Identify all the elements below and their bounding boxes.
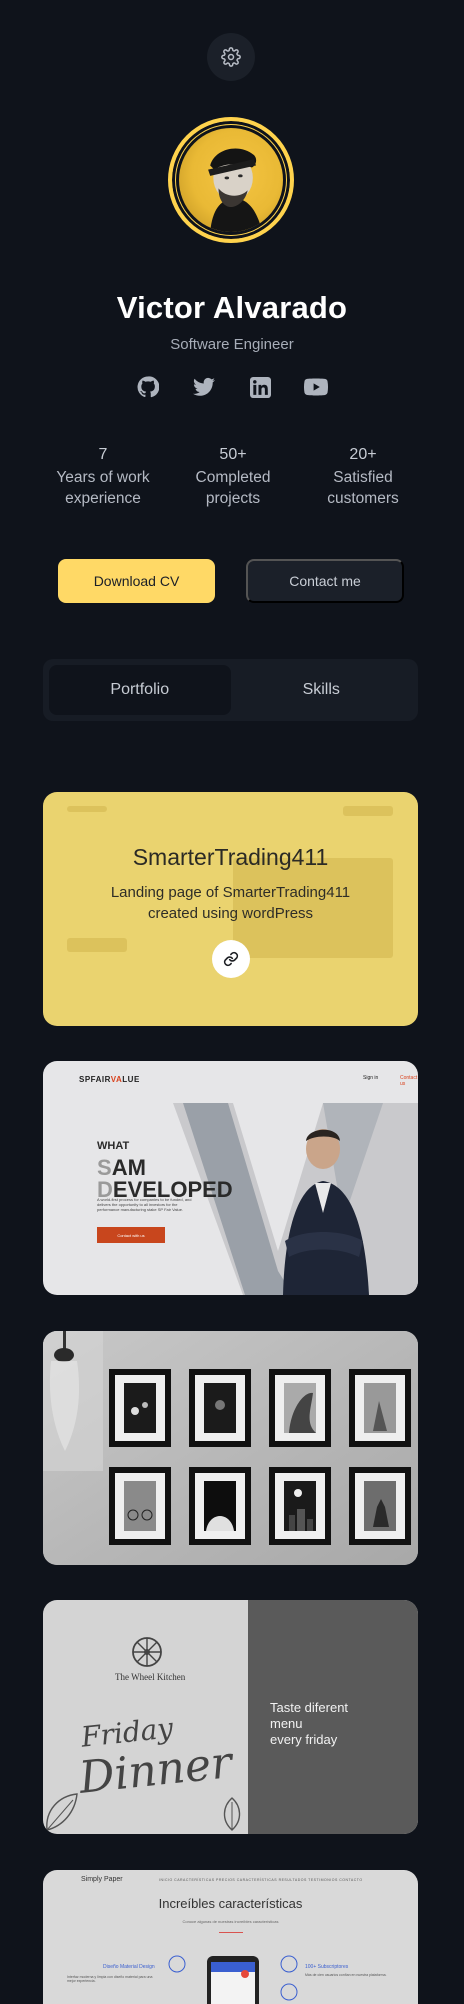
project-tagline: Taste diferent menu every friday	[270, 1700, 348, 1748]
stat-projects: 50+ Completed projects	[178, 444, 288, 509]
project-card-wheel-kitchen[interactable]: The Wheel Kitchen Friday Dinner Taste di…	[43, 1600, 418, 1834]
social-links	[0, 374, 464, 400]
youtube-icon	[304, 378, 328, 396]
project-card-smartertrading[interactable]: SmarterTrading411 Landing page of Smarte…	[43, 792, 418, 1026]
project-subtitle: Conoce algunas de nuestras increíbles ca…	[182, 1919, 279, 1924]
headline-line-2: SAM	[97, 1157, 233, 1179]
project-logo-text: The Wheel Kitchen	[115, 1672, 186, 1682]
project-feature-left: Diseño Material Design	[103, 1964, 155, 1970]
twitter-icon	[193, 377, 215, 396]
section-tabs: Portfolio Skills	[43, 659, 418, 721]
project-card-simply-paper[interactable]: Simply Paper INICIO CARACTERÍSTICAS PREC…	[43, 1870, 418, 2004]
project-gallery-image	[43, 1331, 418, 1565]
brand-prefix: SPFAIR	[79, 1075, 111, 1084]
decor-leaf-icon	[46, 1793, 78, 1831]
ghost-nav-btn	[343, 806, 393, 816]
stat-experience: 7 Years of work experience	[48, 444, 158, 509]
stat-value: 50+	[219, 446, 247, 463]
wheel-logo-icon	[132, 1637, 162, 1667]
project-phone-image	[168, 1955, 298, 2004]
stat-label: Completed projects	[195, 469, 271, 507]
avatar	[168, 117, 294, 243]
twitter-link[interactable]	[191, 374, 217, 400]
tagline-line-1: Taste diferent	[270, 1700, 349, 1715]
headline-line-1: WHAT	[97, 1140, 130, 1152]
project-headline: WHAT SAM DEVELOPED	[97, 1135, 233, 1201]
title-underline	[219, 1932, 243, 1933]
stat-value: 7	[98, 446, 108, 463]
project-brand: SPFAIRVALUE	[79, 1075, 140, 1084]
brand-suffix: LUE	[122, 1075, 140, 1084]
avatar-photo	[176, 125, 286, 235]
profile-role: Software Engineer	[170, 336, 294, 353]
tab-skills[interactable]: Skills	[231, 665, 413, 715]
brand-highlight: VA	[110, 1075, 123, 1084]
stat-label: Years of work experience	[56, 469, 150, 507]
tagline-line-2: menu	[270, 1716, 303, 1731]
project-title: Increíbles características	[158, 1896, 303, 1911]
github-link[interactable]	[135, 374, 161, 400]
project-description: Landing page of SmarterTrading411 create…	[110, 884, 351, 922]
person-portrait	[208, 148, 263, 232]
project-nav-sign: Sign in	[363, 1075, 379, 1081]
tab-portfolio[interactable]: Portfolio	[49, 665, 231, 715]
linkedin-link[interactable]	[247, 374, 273, 400]
stat-value: 20+	[349, 446, 377, 463]
project-card-spfairvalue[interactable]: SPFAIRVALUE Sign in Contact us WHAT SAM …	[43, 1061, 418, 1295]
stats-row: 7 Years of work experience 50+ Completed…	[48, 444, 418, 509]
project-brand: Simply Paper	[81, 1876, 123, 1883]
project-link-button[interactable]	[212, 940, 250, 978]
stat-customers: 20+ Satisfied customers	[308, 444, 418, 509]
ghost-button	[67, 938, 127, 952]
stat-label: Satisfied customers	[327, 469, 399, 507]
github-icon	[137, 376, 159, 398]
decor-leaf-icon	[223, 1797, 241, 1831]
project-nav-contact: Contact us	[400, 1075, 418, 1087]
gear-icon	[221, 47, 241, 67]
contact-me-button[interactable]: Contact me	[246, 559, 404, 603]
youtube-link[interactable]	[303, 374, 329, 400]
project-feature-left-desc: Interfaz moderna y limpia con diseño mat…	[67, 1975, 153, 1983]
project-card-gallery[interactable]	[43, 1331, 418, 1565]
tagline-line-3: every friday	[270, 1732, 338, 1747]
project-tagline-panel: Taste diferent menu every friday	[248, 1600, 418, 1834]
project-feature-right-desc: Más de cien usuarios confían en nuestra …	[305, 1973, 387, 1977]
project-title: SmarterTrading411	[132, 844, 329, 870]
project-subtext: A world-first process for companies to b…	[97, 1197, 192, 1212]
ghost-nav	[67, 806, 107, 812]
download-cv-button[interactable]: Download CV	[58, 559, 215, 603]
project-cta: Contact with us	[97, 1227, 165, 1243]
link-icon	[223, 951, 239, 967]
linkedin-icon	[249, 376, 271, 398]
project-nav: INICIO CARACTERÍSTICAS PRECIOS CARACTERÍ…	[159, 1878, 363, 1882]
settings-button[interactable]	[207, 33, 255, 81]
profile-name: Victor Alvarado	[116, 290, 348, 325]
project-feature-right: 100+ Subscriptores	[305, 1964, 349, 1970]
